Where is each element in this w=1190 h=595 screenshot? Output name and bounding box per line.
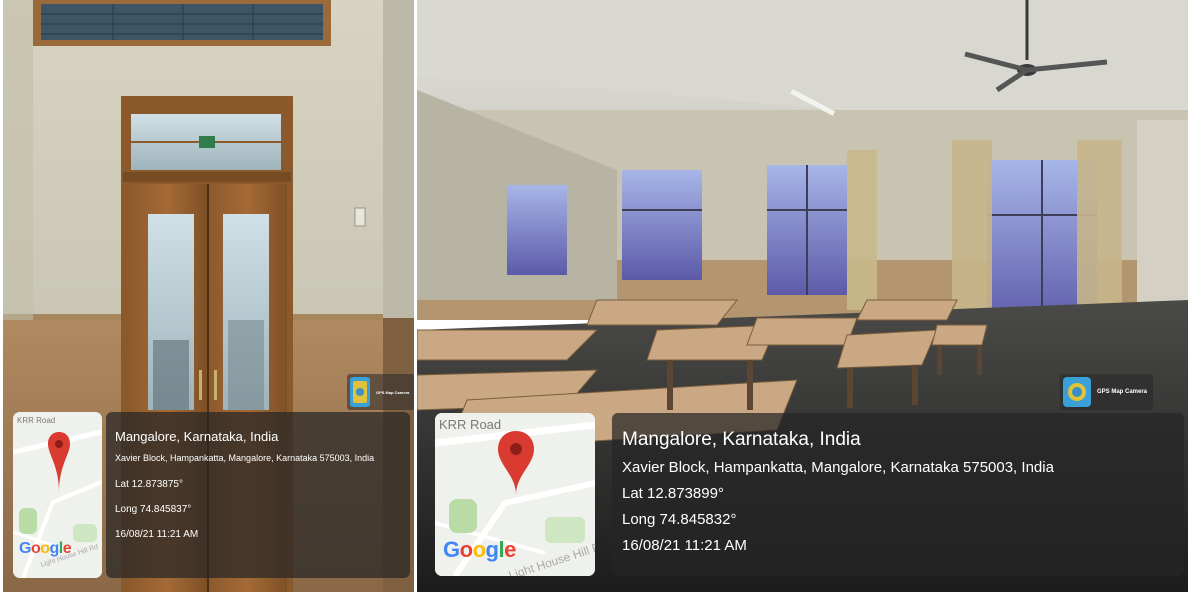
google-logo-text: Google <box>19 540 72 557</box>
google-logo: Google <box>19 540 72 558</box>
map-thumbnail[interactable]: KRR Road Light House Hill Rd Google <box>435 413 595 576</box>
geotag-datetime: 16/08/21 11:21 AM <box>622 537 747 554</box>
map-pin-icon <box>48 432 70 492</box>
google-logo-text: Google <box>443 537 516 562</box>
map-thumbnail[interactable]: KRR Road Light House Hill Rd Google <box>13 412 102 578</box>
badge-label: GPS Map Camera <box>1097 389 1148 395</box>
geotag-place: Mangalore, Karnataka, India <box>622 429 861 450</box>
geotag-panel: Mangalore, Karnataka, India Xavier Block… <box>612 413 1184 576</box>
geotag-panel: Mangalore, Karnataka, India Xavier Block… <box>106 412 410 578</box>
gps-map-camera-icon <box>1063 377 1091 407</box>
gps-map-camera-badge: GPS Map Camera <box>347 374 414 410</box>
badge-label: GPS Map Camera <box>376 389 410 395</box>
geotag-longitude: Long 74.845832° <box>622 511 737 528</box>
geotag-address: Xavier Block, Hampankatta, Mangalore, Ka… <box>622 459 1054 476</box>
geotag-latitude: Lat 12.873899° <box>622 485 724 502</box>
map-road-label: KRR Road <box>439 417 502 432</box>
gps-map-camera-icon <box>350 377 370 407</box>
map-road-label: KRR Road <box>17 416 56 425</box>
geotag-longitude: Long 74.845837° <box>115 504 192 515</box>
google-logo: Google <box>443 537 516 563</box>
geotag-latitude: Lat 12.873875° <box>115 479 183 490</box>
gps-map-camera-badge: GPS Map Camera <box>1060 374 1154 410</box>
photo-classroom: GPS Map Camera KRR Road Light House Hill… <box>417 0 1188 592</box>
geotag-address: Xavier Block, Hampankatta, Mangalore, Ka… <box>115 453 375 463</box>
geotag-place: Mangalore, Karnataka, India <box>115 429 279 444</box>
photo-door-corridor: GPS Map Camera KRR Road Light House Hill… <box>3 0 414 592</box>
geotag-datetime: 16/08/21 11:21 AM <box>115 529 199 540</box>
map-pin-icon <box>498 431 534 495</box>
